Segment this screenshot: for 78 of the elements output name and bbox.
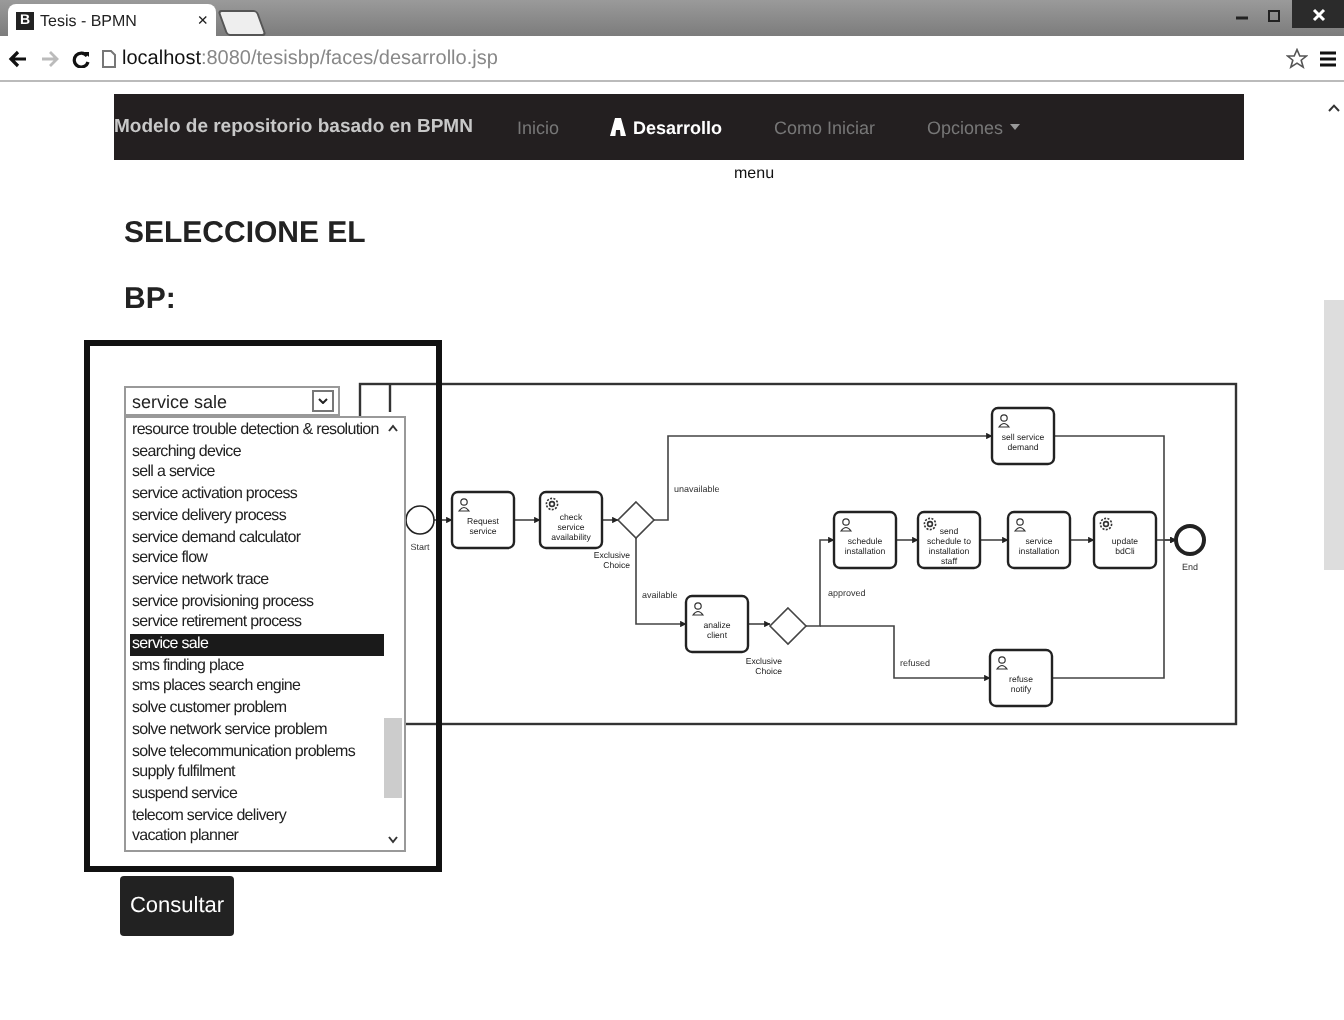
task-box[interactable] xyxy=(684,594,750,654)
consultar-button[interactable]: Consultar xyxy=(120,876,234,936)
page-heading: BP: xyxy=(124,280,178,320)
list-option[interactable]: telecom service delivery xyxy=(130,805,384,827)
end-event xyxy=(1174,524,1206,556)
close-icon xyxy=(1311,7,1325,21)
gateway-diamond xyxy=(768,606,808,646)
list-option[interactable]: sms finding place xyxy=(130,655,384,677)
restore-icon[interactable] xyxy=(1268,7,1282,21)
list-option[interactable]: sms places search engine xyxy=(130,676,384,699)
caret-icon xyxy=(1009,124,1020,130)
list-option[interactable]: solve telecommunication problems xyxy=(130,741,384,763)
gear-icon xyxy=(545,497,559,511)
new-tab-button[interactable] xyxy=(217,10,267,36)
scrollbar-thumb[interactable] xyxy=(384,718,402,798)
task-box[interactable] xyxy=(916,510,982,570)
close-window-button[interactable] xyxy=(1292,0,1344,28)
sequence-flow xyxy=(747,620,771,628)
page-heading: SELECCIONE EL xyxy=(124,214,368,254)
task-box[interactable] xyxy=(1006,510,1072,570)
sequence-flow xyxy=(513,516,541,524)
person-icon xyxy=(996,656,1008,670)
tab-title: Tesis - BPMN xyxy=(40,11,139,29)
scroll-down-icon[interactable] xyxy=(388,836,398,844)
task-box[interactable] xyxy=(450,490,516,550)
list-option[interactable]: vacation planner xyxy=(130,826,384,849)
list-option[interactable]: resource trouble detection & resolution xyxy=(130,420,384,442)
scroll-up-icon[interactable] xyxy=(388,424,398,432)
sequence-flow xyxy=(433,516,453,524)
task-box[interactable] xyxy=(538,490,604,550)
list-option[interactable]: service activation process xyxy=(130,484,384,506)
bp-select[interactable]: service sale xyxy=(124,386,340,416)
nav-link[interactable]: Desarrollo xyxy=(610,117,723,137)
tab-close[interactable]: × xyxy=(197,10,208,30)
person-icon xyxy=(1014,518,1026,532)
star-icon[interactable] xyxy=(1286,47,1308,69)
person-icon xyxy=(458,498,470,512)
page-scrollbar[interactable] xyxy=(1324,300,1344,570)
gateway-diamond xyxy=(616,500,656,540)
list-option[interactable]: suspend service xyxy=(130,783,384,806)
sequence-flow xyxy=(601,516,619,524)
menu-icon[interactable] xyxy=(1320,49,1336,67)
task-box[interactable] xyxy=(988,648,1054,708)
list-option[interactable]: searching device xyxy=(130,441,384,463)
sequence-flow xyxy=(635,537,687,628)
chevron-down-icon xyxy=(318,398,328,404)
list-option[interactable]: service demand calculator xyxy=(130,527,384,549)
list-option[interactable]: solve customer problem xyxy=(130,698,384,720)
page-icon xyxy=(102,49,116,67)
list-option[interactable]: service provisioning process xyxy=(130,591,384,613)
nav-link[interactable]: Opciones xyxy=(927,117,1020,137)
scroll-up-icon[interactable] xyxy=(1328,104,1340,112)
task-box[interactable] xyxy=(1092,510,1158,570)
task-box[interactable] xyxy=(832,510,898,570)
person-icon xyxy=(998,414,1010,428)
list-option[interactable]: supply fulfilment xyxy=(130,762,384,784)
gear-icon xyxy=(923,517,937,531)
sequence-flow xyxy=(979,536,1009,544)
person-icon xyxy=(692,602,704,616)
url-text[interactable]: localhost:8080/tesisbp/faces/desarrollo.jsp xyxy=(122,47,498,69)
list-option[interactable]: sell a service xyxy=(130,462,384,485)
list-option[interactable]: solve network service problem xyxy=(130,719,384,742)
nav-link[interactable]: Como Iniciar xyxy=(774,117,876,137)
nav-link[interactable]: Inicio xyxy=(516,117,559,137)
list-option[interactable]: service sale xyxy=(130,634,384,656)
road-icon xyxy=(610,118,627,136)
back-icon[interactable] xyxy=(8,49,28,67)
person-icon xyxy=(840,518,852,532)
sequence-flow xyxy=(895,536,919,544)
list-option[interactable]: service delivery process xyxy=(130,505,384,528)
menu-label: menu xyxy=(734,164,775,182)
list-option[interactable]: service flow xyxy=(130,548,384,570)
list-option[interactable]: service network trace xyxy=(130,569,384,592)
gear-icon xyxy=(1099,517,1113,531)
list-option[interactable]: service retirement process xyxy=(130,612,384,635)
task-box[interactable] xyxy=(990,406,1056,466)
reload-icon[interactable] xyxy=(72,49,90,67)
brand-title[interactable]: Modelo de repositorio basado en BPMN xyxy=(114,116,473,138)
